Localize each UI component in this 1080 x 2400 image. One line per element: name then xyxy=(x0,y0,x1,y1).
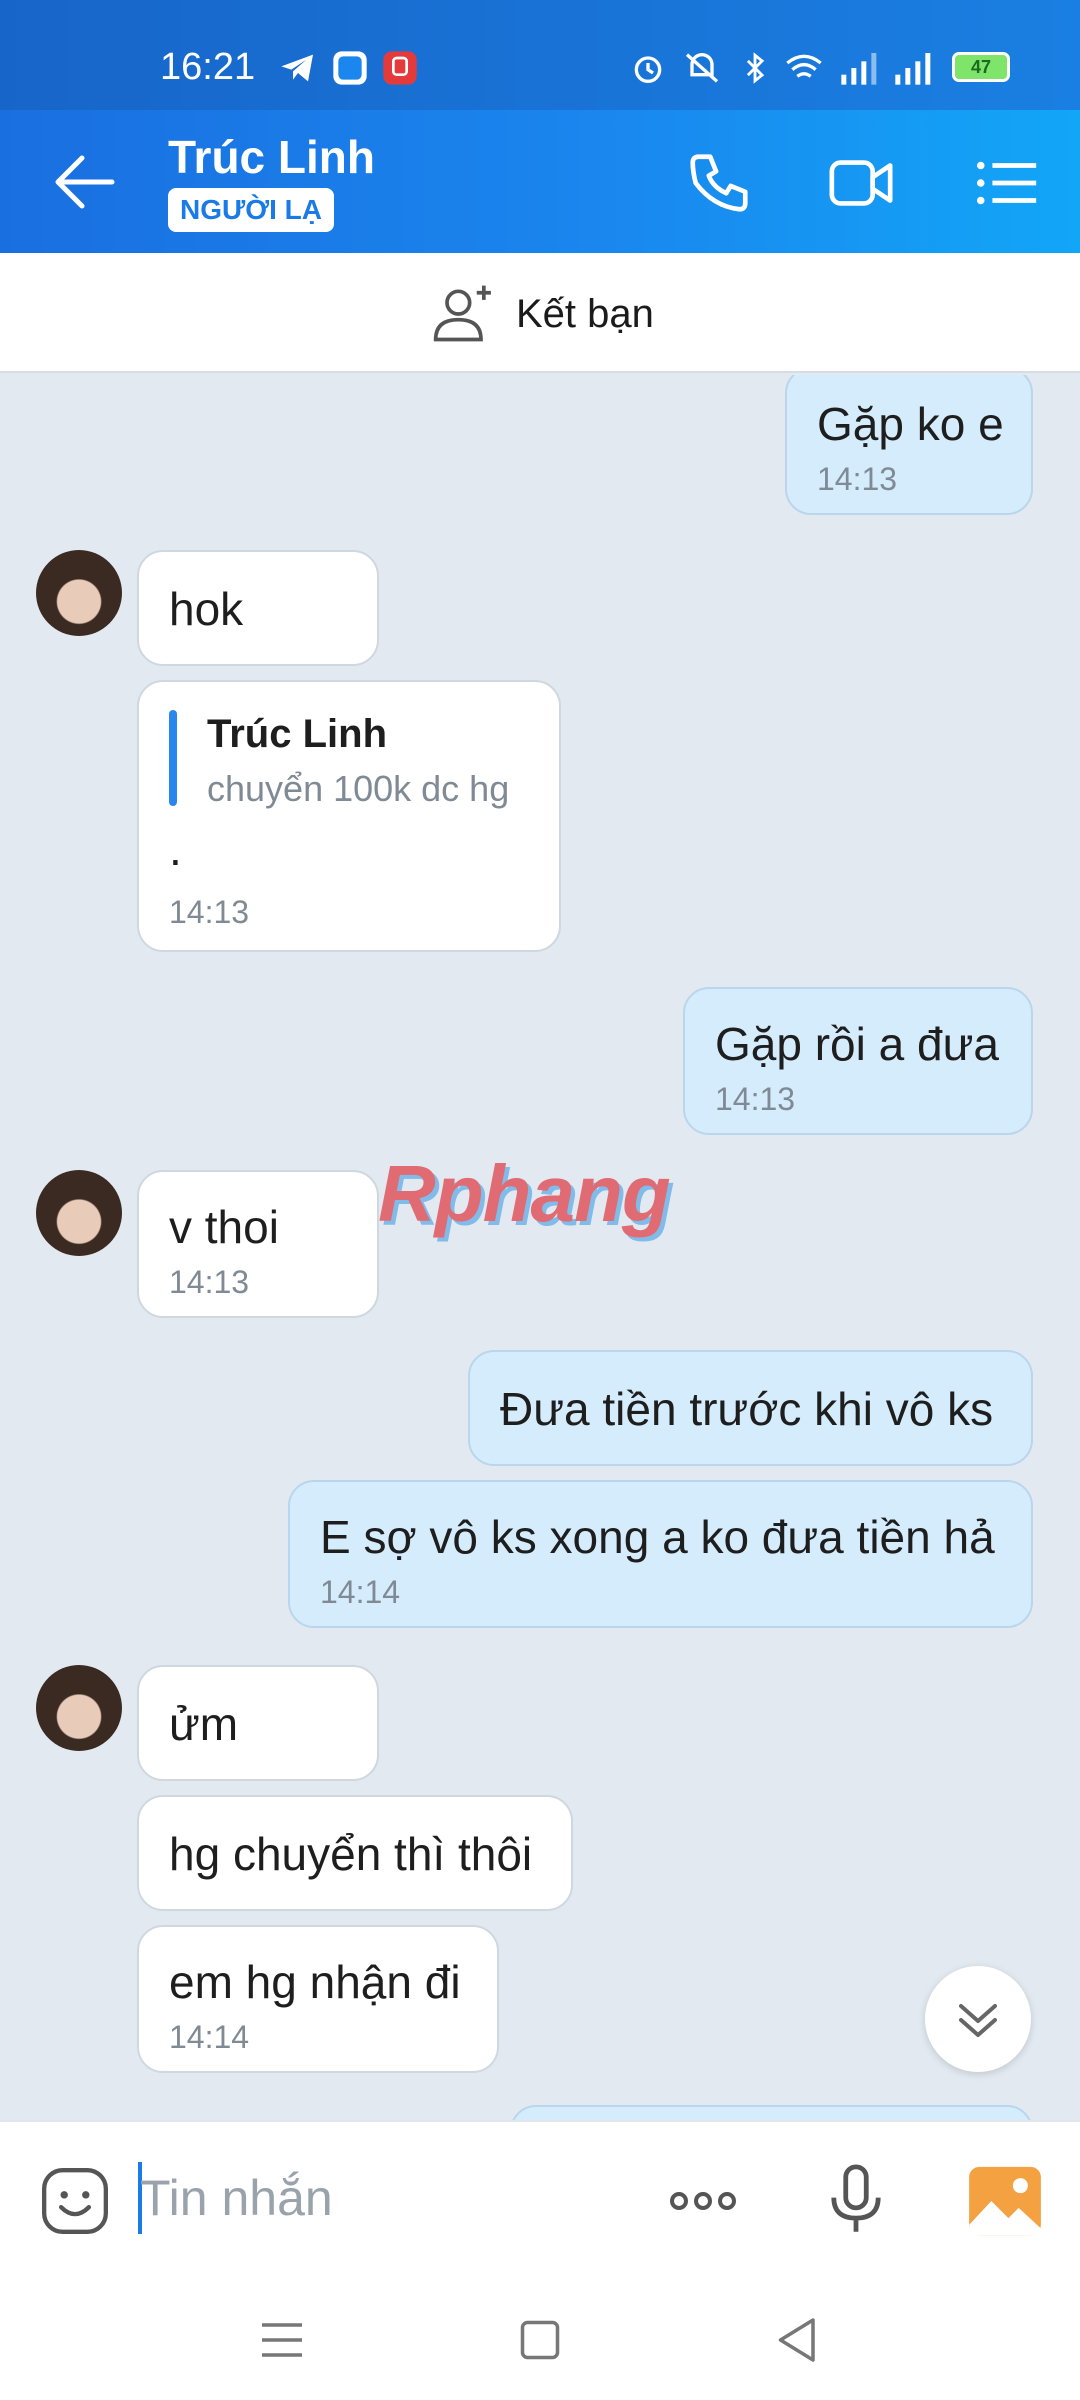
menu-list-icon[interactable] xyxy=(972,148,1042,218)
message-bubble-outgoing[interactable]: Đưa tiền trước khi vô ks xyxy=(468,1350,1033,1466)
battery-icon: 47 xyxy=(952,52,1010,82)
double-chevron-down-icon xyxy=(959,2004,997,2037)
message-text: hok xyxy=(169,583,244,635)
wifi-icon xyxy=(786,54,822,78)
message-bubble-outgoing[interactable]: Gặp ko e 14:13 xyxy=(785,375,1033,515)
add-friend-icon xyxy=(433,285,491,342)
message-bubble-incoming[interactable]: em hg nhận đi 14:14 xyxy=(137,1925,499,2073)
shopping-app-icon xyxy=(383,51,417,85)
message-text: Gặp ko e xyxy=(817,398,1004,450)
quote-bar xyxy=(169,710,177,806)
back-nav-icon[interactable] xyxy=(768,2310,828,2370)
composer-bar xyxy=(0,2120,1080,2280)
system-nav-bar xyxy=(0,2280,1080,2400)
sticker-emoji-icon[interactable] xyxy=(38,2164,112,2238)
microphone-icon[interactable] xyxy=(815,2160,897,2242)
contact-name[interactable]: Trúc Linh xyxy=(168,130,375,184)
message-time: 14:13 xyxy=(169,1264,250,1300)
quote-text: chuyển 100k dc hg xyxy=(207,768,510,809)
recent-apps-icon[interactable] xyxy=(252,2310,312,2370)
add-friend-bar: Kết bạn xyxy=(0,253,1080,373)
add-friend-label: Kết bạn xyxy=(516,291,654,336)
app-notification-icon xyxy=(333,51,367,85)
image-gallery-icon[interactable] xyxy=(964,2160,1046,2242)
message-text: E sợ vô ks xong a ko đưa tiền hả xyxy=(320,1511,995,1563)
contact-avatar[interactable] xyxy=(36,1170,122,1256)
quote-author: Trúc Linh xyxy=(207,712,387,756)
bluetooth-icon xyxy=(746,52,765,84)
message-bubble-outgoing[interactable]: Gặp rồi a đưa 14:13 xyxy=(683,987,1033,1135)
message-list[interactable]: Gặp ko e 14:13 hok Trúc Linh chuyển 100k… xyxy=(0,375,1080,2120)
message-time: 14:13 xyxy=(817,461,898,497)
message-text: hg chuyển thì thôi xyxy=(169,1828,533,1880)
stranger-badge: NGƯỜI LẠ xyxy=(168,188,334,232)
home-icon[interactable] xyxy=(510,2310,570,2370)
message-text: em hg nhận đi xyxy=(169,1956,461,2008)
message-bubble-incoming[interactable]: v thoi 14:13 xyxy=(137,1170,379,1318)
message-time: 14:13 xyxy=(169,894,250,930)
message-time: 14:14 xyxy=(169,2019,250,2055)
status-time: 16:21 xyxy=(160,46,256,88)
signal-icon-2 xyxy=(895,53,931,85)
signal-icon-1 xyxy=(841,53,877,85)
video-call-icon[interactable] xyxy=(826,148,896,218)
message-text: Gặp rồi a đưa xyxy=(715,1018,999,1070)
message-bubble-incoming-reply[interactable]: Trúc Linh chuyển 100k dc hg . 14:13 xyxy=(137,680,561,952)
scroll-to-bottom-button[interactable] xyxy=(925,1966,1031,2072)
telegram-icon xyxy=(281,54,313,82)
message-bubble-outgoing-partial[interactable] xyxy=(510,2105,1033,2120)
message-bubble-incoming[interactable]: hok xyxy=(137,550,379,666)
message-text: . xyxy=(169,823,182,875)
more-options-icon[interactable] xyxy=(662,2160,744,2242)
mute-icon xyxy=(685,53,719,83)
message-time: 14:14 xyxy=(320,1574,401,1610)
message-bubble-incoming[interactable]: hg chuyển thì thôi xyxy=(137,1795,573,1911)
message-text: ửm xyxy=(169,1698,239,1750)
contact-avatar[interactable] xyxy=(36,550,122,636)
battery-level: 47 xyxy=(970,57,992,77)
alarm-icon xyxy=(634,56,662,83)
back-arrow-icon[interactable] xyxy=(50,150,120,214)
phone-call-icon[interactable] xyxy=(684,148,754,218)
chat-header: Trúc Linh NGƯỜI LẠ xyxy=(0,110,1080,253)
contact-avatar[interactable] xyxy=(36,1665,122,1751)
status-bar: 16:21 47 xyxy=(0,0,1080,110)
top-bar: 16:21 47 Trúc Linh NGƯỜI LẠ xyxy=(0,0,1080,253)
add-friend-button[interactable]: Kết bạn xyxy=(430,279,654,349)
message-text: Đưa tiền trước khi vô ks xyxy=(500,1383,994,1435)
message-time: 14:13 xyxy=(715,1081,796,1117)
message-bubble-incoming[interactable]: ửm xyxy=(137,1665,379,1781)
watermark-logo: Rphang xyxy=(378,1149,671,1238)
message-bubble-outgoing[interactable]: E sợ vô ks xong a ko đưa tiền hả 14:14 xyxy=(288,1480,1033,1628)
message-input[interactable] xyxy=(140,2158,620,2238)
message-text: v thoi xyxy=(169,1201,279,1253)
